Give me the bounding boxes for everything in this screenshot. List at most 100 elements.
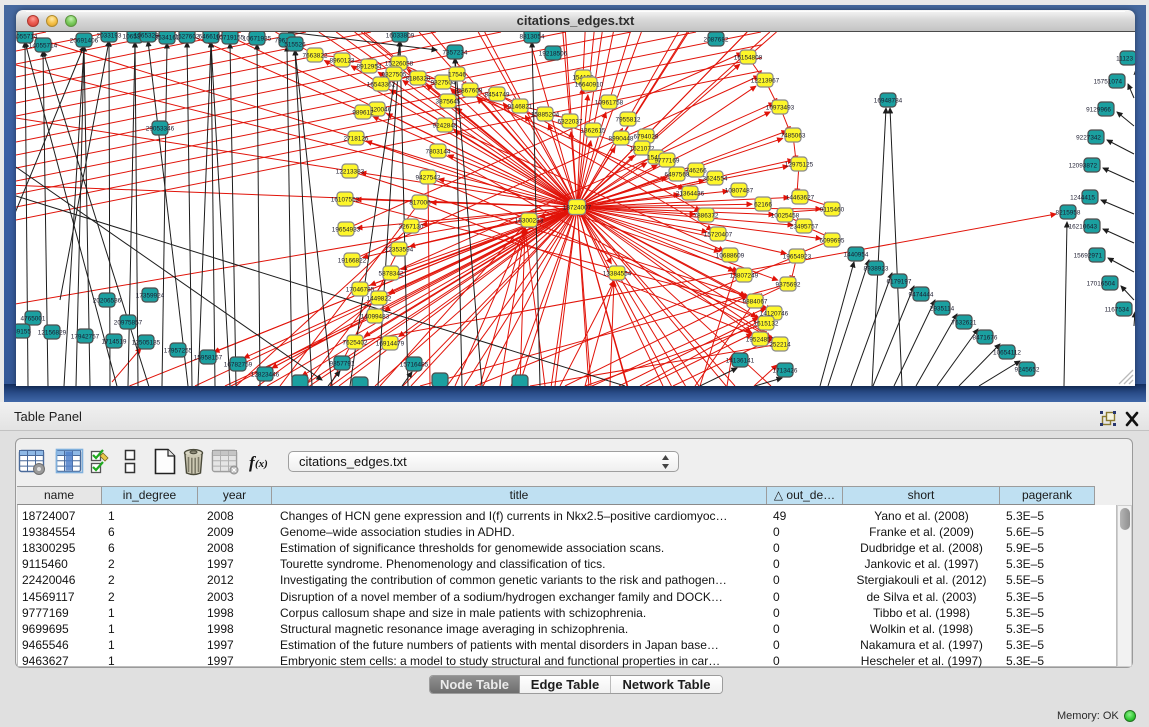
svg-text:12975125: 12975125 [785,161,814,168]
svg-text:13807249: 13807249 [730,272,759,279]
svg-text:10719155: 10719155 [216,34,245,41]
svg-text:11123: 11123 [1116,55,1133,62]
svg-text:12156829: 12156829 [38,329,67,336]
svg-text:15226058: 15226058 [385,60,414,67]
svg-text:10654112: 10654112 [993,349,1021,356]
svg-text:6179197: 6179197 [887,278,912,285]
svg-text:7886372: 7886372 [694,212,719,219]
svg-text:1527602: 1527602 [175,33,200,40]
svg-text:20975857: 20975857 [114,319,143,326]
svg-text:1615132: 1615132 [754,320,779,327]
svg-text:16033809: 16033809 [386,32,415,39]
svg-text:16543362: 16543362 [367,81,396,88]
svg-text:14463627: 14463627 [786,194,815,201]
svg-text:9777169: 9777169 [655,157,680,164]
svg-text:8990448: 8990448 [609,135,634,142]
svg-text:8813054: 8813054 [520,33,545,40]
svg-text:9427542: 9427542 [416,174,441,181]
svg-text:1362615: 1362615 [581,127,606,134]
svg-text:817006: 817006 [409,199,431,206]
svg-text:8186328: 8186328 [406,75,431,82]
svg-text:2033193: 2033193 [97,32,122,39]
svg-text:8454749: 8454749 [485,91,510,98]
svg-text:6099695: 6099695 [820,237,845,244]
svg-text:7632621: 7632621 [952,319,977,326]
svg-text:7803144: 7803144 [426,148,451,155]
svg-text:5878342: 5878342 [379,270,404,277]
svg-text:17359924: 17359924 [136,292,165,299]
svg-text:15720407: 15720407 [704,231,733,238]
svg-text:6497568: 6497568 [665,171,690,178]
svg-text:20691406: 20691406 [70,37,99,44]
svg-text:10025458: 10025458 [771,212,800,219]
svg-text:7663822: 7663822 [303,52,328,59]
svg-text:15751074: 15751074 [1094,78,1123,85]
svg-text:9227342: 9227342 [1076,134,1101,141]
svg-text:9884067: 9884067 [743,298,768,305]
svg-text:9375692: 9375692 [776,281,801,288]
svg-text:10973493: 10973493 [766,104,795,111]
svg-text:1449822: 1449822 [367,295,392,302]
svg-text:2935114: 2935114 [930,305,955,312]
svg-text:12213967: 12213967 [751,77,780,84]
svg-text:16782759: 16782759 [224,361,253,368]
svg-text:13384554: 13384554 [603,270,632,277]
svg-text:14099483: 14099483 [361,313,390,320]
svg-text:9474444: 9474444 [909,291,934,298]
svg-text:16948784: 16948784 [874,97,903,104]
svg-text:29053346: 29053346 [146,125,175,132]
svg-text:8938923: 8938923 [864,265,889,272]
svg-text:19654933: 19654933 [332,226,361,233]
svg-text:18724007: 18724007 [563,205,592,212]
svg-text:3875645: 3875645 [436,98,461,105]
svg-text:16154808: 16154808 [734,54,763,61]
svg-text:20206536: 20206536 [93,297,122,304]
svg-text:8960123: 8960123 [330,57,355,64]
svg-text:2718126: 2718126 [344,135,369,142]
svg-text:15958157: 15958157 [194,354,223,361]
svg-text:9115460: 9115460 [820,206,845,213]
svg-text:62166: 62166 [754,201,772,208]
svg-text:1244415: 1244415 [1070,194,1095,201]
svg-text:9146821: 9146821 [508,103,533,110]
svg-text:10671935: 10671935 [243,35,272,42]
svg-text:7357234: 7357234 [443,49,468,56]
svg-text:1167534: 1167534 [1105,306,1130,313]
svg-text:1713426: 1713426 [773,367,798,374]
svg-text:19218506: 19218506 [539,50,568,57]
svg-text:3624554: 3624554 [703,175,728,182]
svg-text:9129966: 9129966 [1086,106,1111,113]
svg-text:17016504: 17016504 [1087,280,1116,287]
svg-text:12213383: 12213383 [336,168,365,175]
svg-text:16107552: 16107552 [331,196,360,203]
svg-text:2867608: 2867608 [458,87,483,94]
svg-text:19166822: 19166822 [338,257,367,264]
svg-text:3267130: 3267130 [399,223,424,230]
svg-text:21364436: 21364436 [676,190,705,197]
svg-text:8912954: 8912954 [357,63,382,70]
svg-text:12353594: 12353594 [385,246,414,253]
svg-text:17046785: 17046785 [346,286,375,293]
svg-text:14055714: 14055714 [29,42,58,49]
svg-text:(x): (x) [255,458,268,470]
svg-text:16914479: 16914479 [376,340,405,347]
svg-text:15692971: 15692971 [1074,252,1103,259]
svg-text:10807487: 10807487 [725,187,754,194]
svg-text:10688609: 10688609 [716,252,745,259]
svg-text:15885204: 15885204 [531,111,560,118]
svg-text:515526: 515526 [284,41,306,48]
svg-text:15716485: 15716485 [400,361,429,368]
svg-text:9242848: 9242848 [433,122,458,129]
svg-text:9857791: 9857791 [330,360,355,367]
svg-text:6794028: 6794028 [634,133,659,140]
svg-text:7625402: 7625402 [343,339,368,346]
svg-text:17957255: 17957255 [164,347,193,354]
svg-text:989612: 989612 [352,109,374,116]
svg-text:17942757: 17942757 [71,333,100,340]
svg-text:19654923: 19654923 [783,253,812,260]
svg-text:2087682: 2087682 [704,36,729,43]
svg-text:1440954: 1440954 [844,251,869,258]
svg-text:252214: 252214 [769,341,791,348]
svg-text:12093872: 12093872 [1069,162,1098,169]
svg-text:23495757: 23495757 [790,223,819,230]
